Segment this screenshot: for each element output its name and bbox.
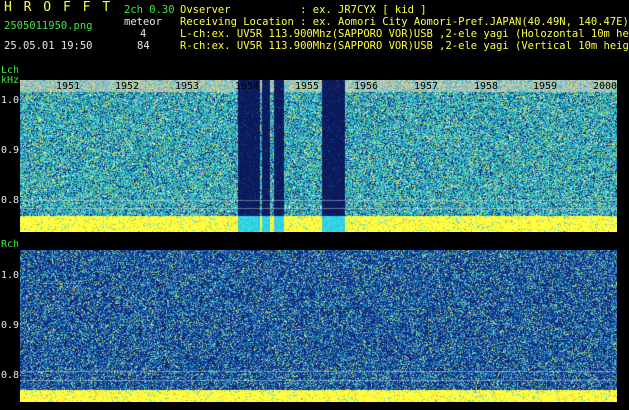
time-axis: 1951 1952 1953 1954 1955 1956 1957 1958 1959 2000: [20, 80, 617, 92]
observer-line: Ovserver : ex. JR7CYX [ kid ]: [180, 4, 427, 16]
time-tick-1954: 1954: [235, 81, 260, 92]
location-line: Receiving Location : ex. Aomori City Aom…: [180, 16, 629, 28]
lch-ytick-2: 0.9: [1, 145, 20, 156]
settings-label: 2ch 0.30: [124, 4, 175, 16]
rch-info-line: R-ch:ex. UV5R 113.900Mhz(SAPPORO VOR)USB…: [180, 40, 629, 52]
meteor-count-rch: 84: [137, 40, 150, 52]
time-tick-1958: 1958: [474, 81, 499, 92]
datetime-label: 25.05.01 19:50: [4, 40, 93, 52]
lch-spectrogram-canvas: [20, 80, 617, 232]
rch-spectrogram-canvas: [20, 250, 617, 402]
meteor-count-lch: 4: [140, 28, 147, 40]
time-tick-1951: 1951: [56, 81, 81, 92]
lch-unit-label: kHz: [1, 75, 20, 86]
time-tick-1952: 1952: [115, 81, 140, 92]
lch-ytick-1: 1.0: [1, 95, 20, 106]
time-tick-1953: 1953: [175, 81, 200, 92]
rch-ytick-3: 0.8: [1, 370, 20, 381]
time-tick-1957: 1957: [414, 81, 439, 92]
lch-info-line: L-ch:ex. UV5R 113.900Mhz(SAPPORO VOR)USB…: [180, 28, 629, 40]
rch-channel-label: Rch: [1, 239, 20, 250]
time-tick-1956: 1956: [354, 81, 379, 92]
meteor-label: meteor: [124, 16, 162, 28]
time-tick-1959: 1959: [533, 81, 558, 92]
time-tick-1955: 1955: [295, 81, 320, 92]
lch-ytick-3: 0.8: [1, 195, 20, 206]
app-title: H R O F F T: [4, 0, 113, 15]
time-tick-2000: 2000: [593, 81, 618, 92]
rch-ytick-1: 1.0: [1, 270, 20, 281]
rch-ytick-2: 0.9: [1, 320, 20, 331]
filename-label: 2505011950.png: [4, 20, 93, 32]
rch-spectrogram: [20, 250, 617, 402]
lch-spectrogram: 1951 1952 1953 1954 1955 1956 1957 1958 1959 2000: [20, 80, 617, 232]
